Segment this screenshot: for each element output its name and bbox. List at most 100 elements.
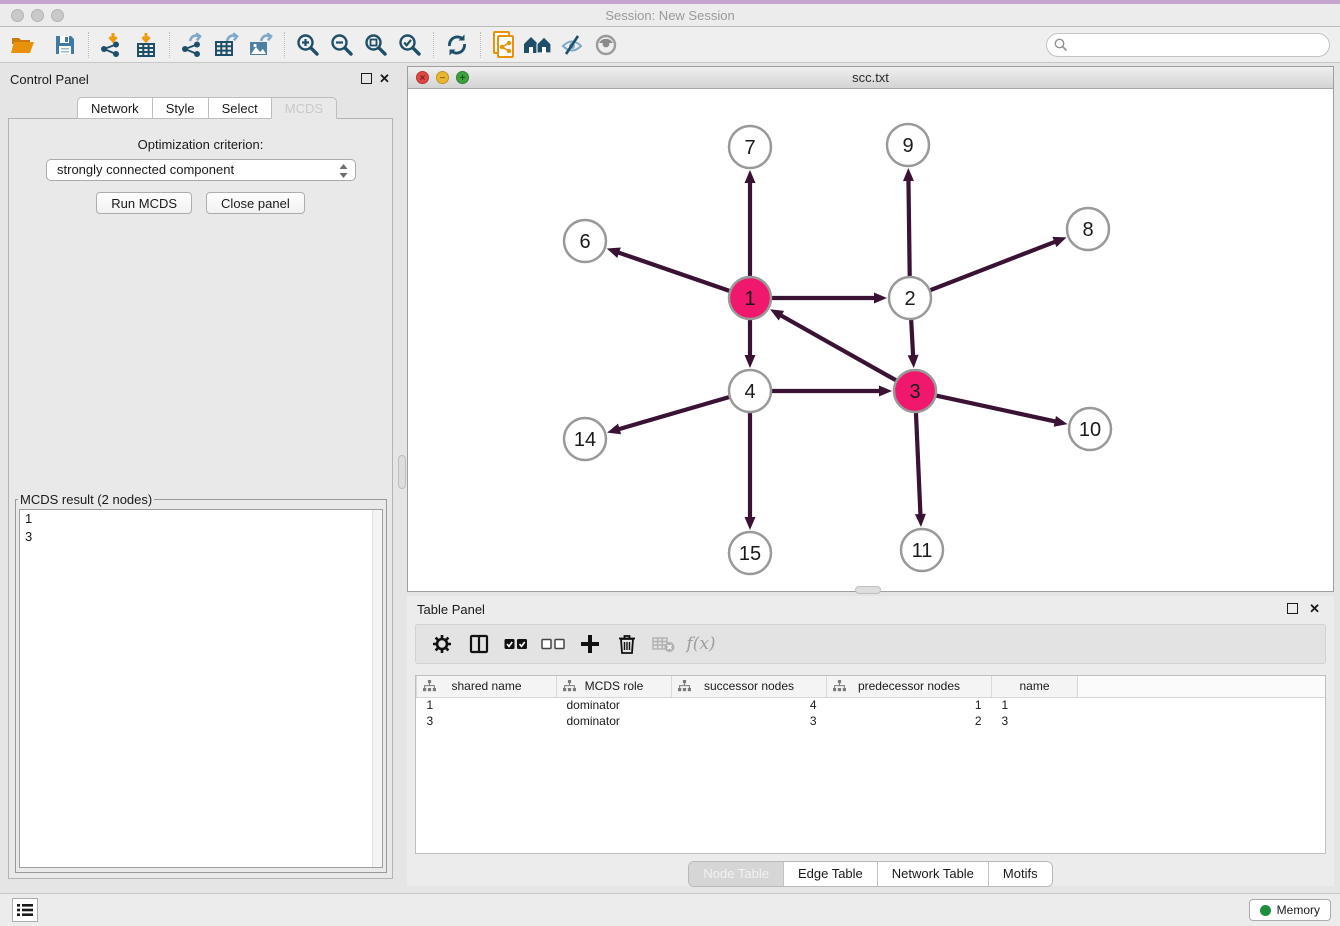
graph-node-7[interactable]: 7 (729, 126, 771, 168)
column-header-predecessor-nodes[interactable]: predecessor nodes (827, 676, 992, 697)
graph-edge-1-6[interactable] (607, 248, 730, 292)
birdseye-icon[interactable] (589, 30, 623, 60)
graph-node-14[interactable]: 14 (564, 418, 606, 460)
add-column-icon[interactable] (576, 631, 604, 657)
tab-network[interactable]: Network (77, 97, 152, 119)
table-panel-close-icon[interactable]: ✕ (1309, 602, 1320, 615)
save-session-icon[interactable] (48, 30, 82, 60)
column-header-label: MCDS role (585, 679, 644, 693)
network-view-title: scc.txt (408, 70, 1333, 85)
graph-edge-4-3[interactable] (771, 386, 892, 397)
table-cell[interactable]: 1 (417, 697, 557, 713)
mcds-result-list[interactable]: 13 (19, 509, 383, 868)
table-row[interactable]: 3dominator323 (417, 713, 1326, 729)
delete-table-icon[interactable] (650, 631, 678, 657)
graph-node-8[interactable]: 8 (1067, 208, 1109, 250)
graph-node-15[interactable]: 15 (729, 532, 771, 574)
select-all-icon[interactable] (502, 631, 530, 657)
tab-edge-table[interactable]: Edge Table (784, 862, 878, 886)
show-columns-icon[interactable] (465, 631, 493, 657)
table-cell[interactable]: 3 (992, 713, 1078, 729)
open-file-icon[interactable] (6, 30, 40, 60)
criterion-dropdown[interactable]: strongly connected component (46, 159, 356, 181)
zoom-out-icon[interactable] (325, 30, 359, 60)
table-cell[interactable]: 1 (827, 697, 992, 713)
graph-node-11[interactable]: 11 (901, 529, 943, 571)
table-cell[interactable]: 1 (992, 697, 1078, 713)
refresh-icon[interactable] (440, 30, 474, 60)
import-table-icon[interactable] (129, 30, 163, 60)
graph-edge-1-7[interactable] (745, 170, 756, 277)
tab-mcds[interactable]: MCDS (271, 97, 337, 119)
toolbar-separator (88, 32, 89, 58)
column-header-shared-name[interactable]: shared name (417, 676, 557, 697)
table-cell[interactable]: 3 (672, 713, 827, 729)
table-row[interactable]: 1dominator411 (417, 697, 1326, 713)
table-cell[interactable]: 2 (827, 713, 992, 729)
graph-edge-2-8[interactable] (930, 237, 1067, 291)
graph-edge-3-11[interactable] (915, 412, 926, 527)
graph-edge-3-10[interactable] (936, 395, 1068, 426)
run-mcds-button[interactable]: Run MCDS (96, 192, 192, 214)
graph-edge-4-15[interactable] (745, 412, 756, 530)
new-network-icon[interactable] (487, 30, 521, 60)
horizontal-splitter-grip[interactable] (855, 586, 881, 594)
column-header-successor-nodes[interactable]: successor nodes (672, 676, 827, 697)
graph-node-6[interactable]: 6 (564, 220, 606, 262)
export-table-icon[interactable] (210, 30, 244, 60)
tab-style[interactable]: Style (152, 97, 208, 119)
export-network-icon[interactable] (176, 30, 210, 60)
close-panel-button[interactable]: Close panel (206, 192, 305, 214)
zoom-selected-icon[interactable] (393, 30, 427, 60)
table-cell[interactable]: 4 (672, 697, 827, 713)
import-network-icon[interactable] (95, 30, 129, 60)
home-icon[interactable] (521, 30, 555, 60)
tab-network-table[interactable]: Network Table (878, 862, 989, 886)
control-panel-close-icon[interactable]: ✕ (379, 72, 390, 85)
graph-node-3[interactable]: 3 (894, 370, 936, 412)
control-panel-float-icon[interactable] (361, 73, 372, 84)
mcds-result-line: 3 (20, 528, 382, 546)
graph-node-1[interactable]: 1 (729, 277, 771, 319)
table-settings-icon[interactable] (428, 631, 456, 657)
graph-node-9[interactable]: 9 (887, 124, 929, 166)
network-view-window: × − + scc.txt 7 9 6 8 1 2 4 3 14 10 15 11 (407, 66, 1334, 592)
function-builder-icon[interactable]: f(x) (687, 631, 715, 657)
zoom-in-icon[interactable] (291, 30, 325, 60)
graph-edge-2-9[interactable] (903, 168, 914, 277)
network-canvas[interactable]: 7 9 6 8 1 2 4 3 14 10 15 11 (408, 89, 1333, 591)
network-view-titlebar[interactable]: × − + scc.txt (408, 67, 1333, 89)
column-header-name[interactable]: name (992, 676, 1078, 697)
graph-node-10[interactable]: 10 (1069, 408, 1111, 450)
graph-edge-3-1[interactable] (770, 309, 897, 380)
svg-text:2: 2 (904, 288, 915, 310)
vertical-splitter-grip[interactable] (398, 455, 406, 489)
graph-edge-2-3[interactable] (908, 319, 919, 368)
memory-button[interactable]: Memory (1249, 899, 1331, 921)
show-panels-button[interactable] (12, 898, 38, 922)
graph-edge-1-4[interactable] (745, 319, 756, 368)
main-toolbar (0, 27, 1340, 63)
export-image-icon[interactable] (244, 30, 278, 60)
table-panel-float-icon[interactable] (1287, 603, 1298, 614)
search-input[interactable] (1046, 33, 1330, 57)
delete-column-icon[interactable] (613, 631, 641, 657)
hide-network-icon[interactable] (555, 30, 589, 60)
column-header-MCDS-role[interactable]: MCDS role (557, 676, 672, 697)
graph-edge-1-2[interactable] (771, 293, 887, 304)
toolbar-separator (284, 32, 285, 58)
result-scrollbar[interactable] (372, 510, 382, 867)
table-cell[interactable]: dominator (557, 713, 672, 729)
graph-node-4[interactable]: 4 (729, 370, 771, 412)
toolbar-separator (169, 32, 170, 58)
tab-node-table[interactable]: Node Table (689, 862, 784, 886)
graph-edge-4-14[interactable] (607, 397, 730, 434)
deselect-all-icon[interactable] (539, 631, 567, 657)
table-cell[interactable]: dominator (557, 697, 672, 713)
control-panel-title: Control Panel (10, 72, 89, 87)
table-cell[interactable]: 3 (417, 713, 557, 729)
graph-node-2[interactable]: 2 (889, 277, 931, 319)
tab-select[interactable]: Select (208, 97, 271, 119)
tab-motifs[interactable]: Motifs (989, 862, 1052, 886)
zoom-fit-icon[interactable] (359, 30, 393, 60)
